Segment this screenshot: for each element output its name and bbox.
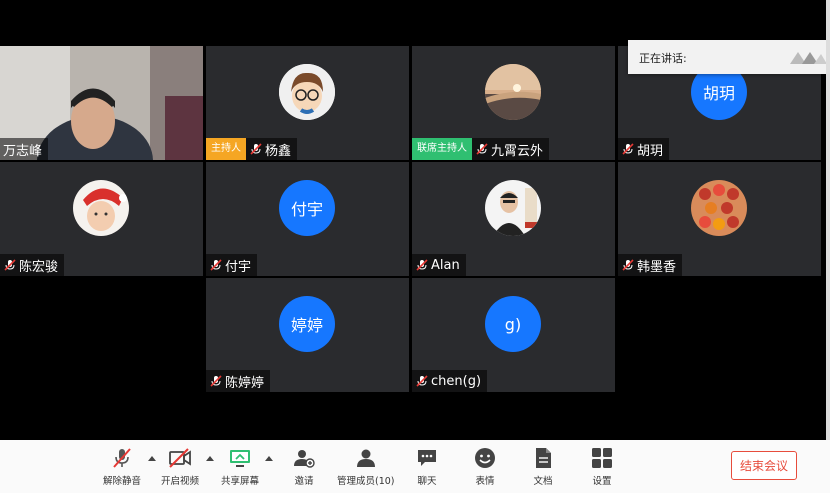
participant-tile[interactable]: 付宇 付宇 [206, 162, 409, 276]
participant-tile[interactable]: 联席主持人 九霄云外 [412, 46, 615, 160]
invite-label: 邀请 [294, 476, 314, 487]
settings-label: 设置 [592, 476, 612, 487]
settings-button[interactable]: 设置 [590, 446, 614, 487]
participant-tile[interactable]: 韩墨香 [618, 162, 821, 276]
documents-label: 文档 [533, 476, 553, 487]
emoji-icon [475, 448, 495, 468]
participant-avatar [279, 64, 335, 120]
share-options-caret[interactable] [265, 456, 273, 461]
participant-avatar: g) [485, 296, 541, 352]
mic-muted-icon [622, 259, 634, 271]
participant-avatar: 付宇 [279, 180, 335, 236]
manage-members-label: 管理成员(10) [337, 476, 395, 487]
host-badge: 主持人 [206, 138, 246, 160]
mic-muted-icon [210, 259, 222, 271]
logo-icon [790, 52, 827, 64]
video-options-caret[interactable] [206, 456, 214, 461]
mic-muted-icon [210, 375, 222, 387]
settings-grid-icon [592, 448, 612, 468]
participant-name: 韩墨香 [637, 259, 677, 275]
mic-muted-icon [4, 259, 16, 271]
share-screen-icon [230, 450, 250, 467]
mic-muted-icon [250, 143, 262, 155]
participant-label: 韩墨香 [618, 254, 683, 276]
participant-name: 九霄云外 [491, 143, 544, 159]
participant-name: 陈宏骏 [19, 259, 59, 275]
invite-button[interactable]: 邀请 [292, 446, 316, 487]
cohost-badge: 联席主持人 [412, 138, 472, 160]
video-grid: 万志峰 主持人 杨鑫 联席主持人 九霄云外 胡玥 胡玥 陈宏骏 付宇 付宇 Al… [0, 0, 830, 440]
manage-members-button[interactable]: 管理成员(10) [337, 446, 395, 487]
participant-avatar [485, 64, 541, 120]
participant-name: 陈婷婷 [225, 375, 265, 391]
reactions-label: 表情 [475, 476, 495, 487]
speaking-indicator: 正在讲话: [628, 40, 830, 74]
speaking-label: 正在讲话: [639, 52, 687, 65]
mic-off-icon [113, 448, 131, 468]
unmute-button[interactable]: 解除静音 [103, 446, 141, 487]
members-icon [356, 449, 375, 467]
participant-label: 主持人 杨鑫 [206, 138, 298, 160]
participant-tile[interactable]: 万志峰 [0, 46, 203, 160]
participant-label: chen(g) [412, 370, 488, 392]
participant-name: chen(g) [431, 373, 482, 389]
participant-avatar [73, 180, 129, 236]
end-meeting-button[interactable]: 结束会议 [731, 451, 797, 480]
participant-name: 万志峰 [3, 143, 43, 159]
participant-name: 胡玥 [637, 143, 664, 159]
participant-label: 万志峰 [0, 138, 49, 160]
participant-avatar: 婷婷 [279, 296, 335, 352]
unmute-options-caret[interactable] [148, 456, 156, 461]
mic-muted-icon [416, 375, 428, 387]
participant-label: 付宇 [206, 254, 258, 276]
mic-muted-icon [476, 143, 488, 155]
meeting-toolbar: 解除静音 开启视频 共享屏幕 邀请 管理成员(10) 聊天 表情 文档 设置 结… [0, 440, 830, 493]
participant-tile[interactable]: g) chen(g) [412, 278, 615, 392]
participant-label: 陈宏骏 [0, 254, 65, 276]
share-screen-label: 共享屏幕 [221, 476, 260, 487]
unmute-label: 解除静音 [103, 476, 142, 487]
camera-off-icon [169, 448, 191, 468]
start-video-label: 开启视频 [161, 476, 200, 487]
mic-muted-icon [416, 259, 428, 271]
reactions-button[interactable]: 表情 [473, 446, 497, 487]
participant-label: 陈婷婷 [206, 370, 271, 392]
side-scrollbar[interactable] [826, 0, 830, 440]
chat-icon [418, 450, 436, 466]
participant-avatar [485, 180, 541, 236]
mic-muted-icon [622, 143, 634, 155]
participant-tile[interactable]: 主持人 杨鑫 [206, 46, 409, 160]
participant-label: 胡玥 [618, 138, 670, 160]
participant-name: Alan [431, 257, 460, 273]
share-screen-button[interactable]: 共享屏幕 [221, 446, 259, 487]
participant-tile[interactable]: 婷婷 陈婷婷 [206, 278, 409, 392]
chat-button[interactable]: 聊天 [415, 446, 439, 487]
start-video-button[interactable]: 开启视频 [161, 446, 199, 487]
chat-label: 聊天 [417, 476, 437, 487]
participant-tile[interactable]: 陈宏骏 [0, 162, 203, 276]
documents-button[interactable]: 文档 [531, 446, 555, 487]
document-icon [536, 448, 551, 468]
participant-name: 付宇 [225, 259, 252, 275]
participant-name: 杨鑫 [265, 143, 292, 159]
participant-avatar [691, 180, 747, 236]
participant-tile[interactable]: Alan [412, 162, 615, 276]
participant-label: 联席主持人 九霄云外 [412, 138, 550, 160]
participant-label: Alan [412, 254, 466, 276]
add-user-icon [294, 450, 315, 468]
